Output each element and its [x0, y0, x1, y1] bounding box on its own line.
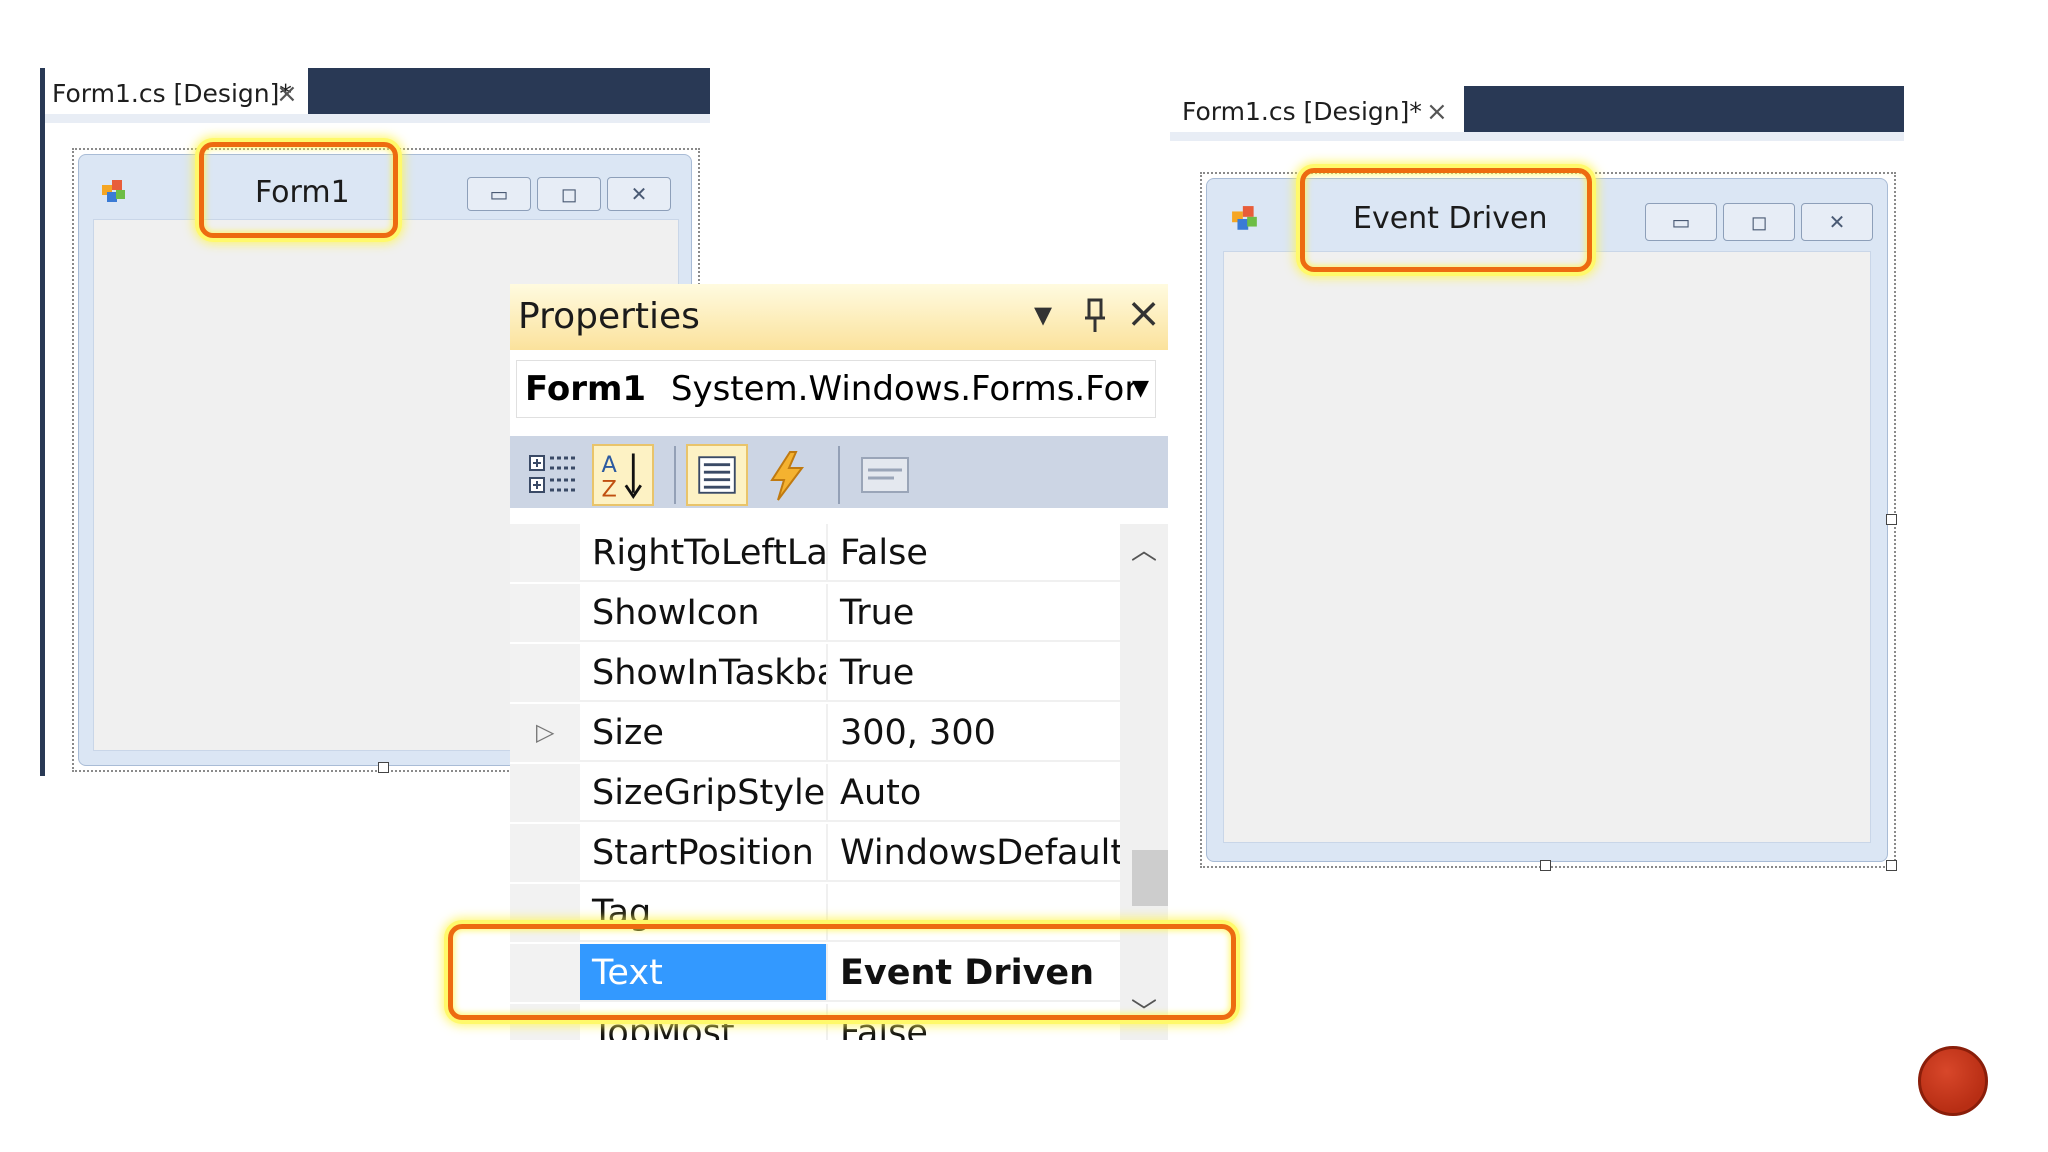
- tab-underline: [40, 114, 710, 123]
- property-name: ShowIcon: [580, 584, 828, 642]
- resize-handle-bottom[interactable]: [1540, 860, 1551, 871]
- property-row-selected[interactable]: Text Event Driven: [510, 944, 1120, 1002]
- tab-form1-design[interactable]: Form1.cs [Design]* ×: [1170, 86, 1464, 132]
- form-caption: Event Driven: [1353, 201, 1548, 236]
- minimize-button[interactable]: ▭: [1645, 203, 1717, 241]
- chevron-down-icon[interactable]: ﹀: [1120, 992, 1168, 1036]
- tab-underline: [1170, 132, 1904, 141]
- form-caption: Form1: [255, 175, 350, 210]
- property-row[interactable]: ▷ Size 300, 300: [510, 704, 1120, 762]
- property-value[interactable]: False: [828, 1004, 1120, 1040]
- property-value[interactable]: False: [828, 524, 1120, 582]
- row-gutter: [510, 584, 580, 642]
- events-lightning-icon[interactable]: [756, 444, 818, 506]
- property-value[interactable]: WindowsDefault: [828, 824, 1120, 882]
- property-value[interactable]: True: [828, 584, 1120, 642]
- property-row[interactable]: ShowIcon True: [510, 584, 1120, 642]
- svg-text:A: A: [601, 452, 617, 478]
- tab-close-icon[interactable]: ×: [1426, 89, 1448, 135]
- pin-icon[interactable]: [1082, 298, 1108, 334]
- chevron-up-icon[interactable]: ︿: [1120, 530, 1168, 574]
- maximize-button[interactable]: ◻: [537, 177, 601, 211]
- tab-form1-design[interactable]: Form1.cs [Design]* ×: [40, 68, 308, 114]
- form-window[interactable]: Event Driven ▭ ◻ ✕: [1206, 178, 1888, 862]
- form-client-area[interactable]: [1223, 251, 1871, 843]
- object-type: System.Windows.Forms.For: [670, 369, 1139, 409]
- property-value[interactable]: Event Driven: [828, 944, 1120, 1002]
- property-value[interactable]: [828, 884, 1120, 942]
- dropdown-icon[interactable]: ▾: [1034, 294, 1052, 335]
- designer-right: Form1.cs [Design]* × Event Driven ▭ ◻ ✕: [1170, 86, 1904, 872]
- row-gutter: [510, 1004, 580, 1040]
- property-name: Text: [580, 944, 828, 1002]
- properties-toolbar: A Z: [510, 436, 1168, 508]
- property-name: Tag: [580, 884, 828, 942]
- property-value[interactable]: Auto: [828, 764, 1120, 822]
- row-gutter: [510, 824, 580, 882]
- designer-left-border: [40, 68, 45, 776]
- property-name: SizeGripStyle: [580, 764, 828, 822]
- properties-title: Properties: [518, 296, 700, 337]
- property-row[interactable]: RightToLeftLa False: [510, 524, 1120, 582]
- slide-nav-button[interactable]: [1918, 1046, 1988, 1116]
- form-app-icon: [102, 180, 125, 202]
- toolbar-separator: [674, 446, 676, 504]
- maximize-button[interactable]: ◻: [1723, 203, 1795, 241]
- row-gutter: [510, 884, 580, 942]
- property-value[interactable]: True: [828, 644, 1120, 702]
- row-gutter: [510, 644, 580, 702]
- object-selector[interactable]: Form1 System.Windows.Forms.For ▼: [516, 360, 1156, 418]
- resize-handle-bottom[interactable]: [378, 762, 389, 773]
- tab-label: Form1.cs [Design]*: [1182, 97, 1422, 126]
- resize-handle-corner[interactable]: [1886, 860, 1897, 871]
- form-app-icon: [1232, 206, 1257, 230]
- svg-text:Z: Z: [601, 477, 616, 503]
- alphabetical-sort-icon[interactable]: A Z: [592, 444, 654, 506]
- close-button[interactable]: ✕: [607, 177, 671, 211]
- minimize-button[interactable]: ▭: [467, 177, 531, 211]
- property-row[interactable]: SizeGripStyle Auto: [510, 764, 1120, 822]
- property-name: RightToLeftLa: [580, 524, 828, 582]
- property-name: TopMost: [580, 1004, 828, 1040]
- properties-window: Properties ▾ × Form1 System.Windows.Form…: [510, 284, 1168, 1040]
- object-name: Form1: [525, 369, 647, 409]
- property-name: ShowInTaskba: [580, 644, 828, 702]
- tab-label: Form1.cs [Design]*: [52, 79, 292, 108]
- property-name: Size: [580, 704, 828, 762]
- design-surface: Event Driven ▭ ◻ ✕: [1200, 172, 1896, 868]
- resize-handle-right[interactable]: [1886, 514, 1897, 525]
- chevron-down-icon[interactable]: ▼: [1132, 361, 1149, 417]
- property-row[interactable]: TopMost False: [510, 1004, 1120, 1040]
- close-icon[interactable]: ×: [1126, 288, 1161, 337]
- property-row[interactable]: Tag: [510, 884, 1120, 942]
- tab-close-icon[interactable]: ×: [276, 71, 298, 117]
- toolbar-separator: [838, 446, 840, 504]
- row-gutter: [510, 944, 580, 1002]
- property-row[interactable]: ShowInTaskba True: [510, 644, 1120, 702]
- properties-header: Properties ▾ ×: [510, 284, 1168, 350]
- expand-triangle-icon[interactable]: ▷: [536, 718, 554, 746]
- row-gutter: [510, 764, 580, 822]
- row-gutter: ▷: [510, 704, 580, 762]
- property-value[interactable]: 300, 300: [828, 704, 1120, 762]
- properties-list-icon[interactable]: [686, 444, 748, 506]
- property-pages-icon[interactable]: [854, 444, 916, 506]
- close-button[interactable]: ✕: [1801, 203, 1873, 241]
- property-grid-scrollbar[interactable]: ︿ ﹀: [1120, 524, 1168, 1040]
- scroll-thumb[interactable]: [1132, 850, 1168, 906]
- row-gutter: [510, 524, 580, 582]
- property-row[interactable]: StartPosition WindowsDefault: [510, 824, 1120, 882]
- categorized-icon[interactable]: [524, 444, 586, 506]
- property-name: StartPosition: [580, 824, 828, 882]
